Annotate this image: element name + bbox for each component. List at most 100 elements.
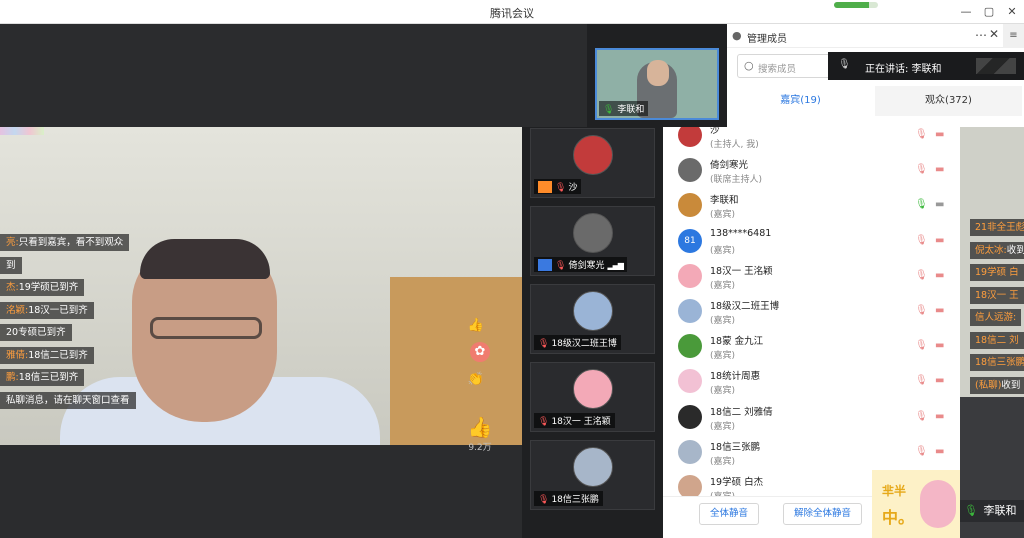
mic-muted-icon[interactable]: 🎙 [915, 305, 928, 316]
restore-icon[interactable]: ▢ [981, 4, 997, 20]
chat-sender: 杰: [6, 282, 19, 293]
side-chat-sender: 18信二 刘 [975, 334, 1019, 346]
title-bar: 腾讯会议 — ▢ ✕ [0, 0, 1024, 24]
camera-off-icon[interactable]: ▬ [935, 199, 944, 210]
camera-off-icon[interactable]: ▬ [935, 375, 944, 386]
camera-off-icon[interactable]: ▬ [935, 270, 944, 281]
member-name: 李联和 [710, 195, 739, 207]
guest-tile-label: 🎙 倚剑寒光 ▂▄▆ [534, 256, 627, 272]
member-row[interactable]: 18汉一 王洺颖 (嘉宾) 🎙 ▬ [663, 260, 960, 295]
mic-muted-icon[interactable]: 🎙 [915, 446, 928, 457]
chat-message: 洺颖:18汉一已到齐 [0, 301, 94, 319]
sticker-image: 芈半 中。 [872, 470, 960, 538]
guest-name: 18汉一 王洺颖 [551, 417, 611, 427]
panel-title: 管理成员 [747, 34, 787, 45]
side-chat-message: 19学硕 白 [970, 264, 1024, 281]
camera-off-icon[interactable]: ▬ [935, 235, 944, 246]
chat-sender: 洺颖: [6, 304, 29, 316]
member-row[interactable]: 18信三张鹏 (嘉宾) 🎙 ▬ [663, 436, 960, 471]
member-name: 18信三张鹏 [710, 441, 761, 453]
side-chat-message: 18汉一 王 [970, 286, 1024, 304]
speaker-label-name: 李联和 [983, 504, 1017, 517]
user-icon: ● [732, 29, 742, 42]
member-row[interactable]: 沙 (主持人, 我) 🎙 ▬ [663, 127, 960, 154]
video-door [390, 277, 522, 445]
avatar [678, 158, 702, 183]
avatar [573, 447, 613, 487]
mic-on-icon: 🎙 [964, 504, 978, 517]
menu-icon[interactable]: ≡ [1003, 24, 1024, 48]
network-quality-bar [834, 2, 878, 8]
mic-muted-icon[interactable]: 🎙 [915, 411, 928, 422]
camera-off-icon[interactable]: ▬ [935, 129, 944, 140]
chat-text: 18信二已到齐 [28, 349, 88, 361]
mic-muted-icon[interactable]: 🎙 [915, 340, 928, 351]
close-panel-icon[interactable]: ✕ [989, 27, 999, 41]
mic-icon: 🎙 [838, 59, 851, 70]
camera-off-icon[interactable]: ▬ [935, 340, 944, 351]
guest-video-tile[interactable]: 🎙 18级汉二班王博 [530, 284, 655, 354]
member-tabs: 嘉宾(19) 观众(372) [727, 86, 1024, 116]
member-name: 18级汉二班王博 [710, 301, 780, 312]
more-icon[interactable]: ⋯ [975, 28, 987, 42]
speaker-thumbnail[interactable]: 🎙 李联和 [587, 24, 727, 127]
host-badge-icon [538, 181, 552, 193]
clap-reaction-icon[interactable]: 👏 [466, 370, 486, 390]
avatar: 81 [678, 228, 702, 253]
guest-tile-label: 🎙 沙 [534, 178, 582, 194]
avatar [678, 127, 702, 147]
video-glasses [150, 317, 262, 339]
member-row[interactable]: 李联和 (嘉宾) 🎙 ▬ [663, 189, 960, 224]
tab-audience[interactable]: 观众(372) [875, 86, 1022, 116]
member-role: (嘉宾) [710, 210, 736, 221]
speaker-thumbnail-label: 🎙 李联和 [599, 101, 649, 116]
camera-off-icon[interactable]: ▬ [935, 411, 944, 422]
member-row[interactable]: 18蒙 金九江 (嘉宾) 🎙 ▬ [663, 330, 960, 365]
unmute-all-button[interactable]: 解除全体静音 [783, 503, 863, 525]
chat-text: 19学硕已到齐 [18, 282, 79, 293]
member-name: 18汉一 王洺颖 [710, 265, 773, 277]
guest-video-tile[interactable]: 🎙 18汉一 王洺颖 [530, 362, 655, 432]
mic-muted-icon[interactable]: 🎙 [915, 164, 928, 175]
like-reaction-icon[interactable]: 👍 [466, 316, 486, 336]
tab-guests[interactable]: 嘉宾(19) [727, 86, 874, 116]
camera-off-icon[interactable]: ▬ [935, 305, 944, 316]
guest-video-tile[interactable]: 🎙 沙 [530, 128, 655, 198]
sticker-text-top: 芈半 [882, 484, 907, 498]
camera-off-icon[interactable]: ▬ [935, 446, 944, 457]
guest-tile-label: 🎙 18信三张鹏 [534, 491, 603, 506]
flower-reaction-icon[interactable]: ✿ [470, 342, 490, 362]
mic-muted-icon[interactable]: 🎙 [915, 129, 928, 140]
mute-all-button[interactable]: 全体静音 [699, 503, 760, 525]
like-counter[interactable]: 👍 9.2万 [464, 415, 496, 453]
member-row[interactable]: 18级汉二班王博 (嘉宾) 🎙 ▬ [663, 295, 960, 330]
avatar [678, 369, 702, 394]
chat-text: 只看到嘉宾，看不到观众 [18, 237, 124, 248]
mic-muted-icon[interactable]: 🎙 [915, 270, 928, 281]
guest-name: 18级汉二班王博 [551, 339, 617, 349]
side-chat-sender: 倪太冰: [975, 244, 1007, 256]
speaker-thumbnail-video: 🎙 李联和 [595, 48, 719, 120]
avatar [573, 135, 613, 175]
member-row[interactable]: 18统计周惠 (嘉宾) 🎙 ▬ [663, 365, 960, 400]
guest-video-tile[interactable]: 🎙 倚剑寒光 ▂▄▆ [530, 206, 655, 276]
minimize-icon[interactable]: — [958, 4, 974, 20]
mic-muted-icon: 🎙 [555, 182, 567, 193]
member-name: 18信二 刘雅倩 [710, 406, 773, 418]
mic-muted-icon[interactable]: 🎙 [915, 235, 928, 246]
member-role: (嘉宾) [710, 280, 736, 291]
member-row[interactable]: 81 138****6481 (嘉宾) 🎙 ▬ [663, 225, 960, 260]
chat-text: 20专硕已到齐 [6, 327, 66, 338]
guest-name: 倚剑寒光 [568, 260, 605, 271]
member-name: 沙 [710, 127, 720, 136]
chat-message: 雅倩:18信二已到齐 [0, 346, 94, 364]
guest-video-tile[interactable]: 🎙 18信三张鹏 [530, 440, 655, 510]
side-chat-message: 18信二 刘 [970, 331, 1024, 349]
mic-muted-icon[interactable]: 🎙 [915, 375, 928, 386]
thumbs-up-icon[interactable]: 👍 [464, 415, 496, 439]
mic-on-icon[interactable]: 🎙 [915, 199, 928, 210]
camera-off-icon[interactable]: ▬ [935, 164, 944, 175]
close-window-icon[interactable]: ✕ [1004, 4, 1020, 20]
member-row[interactable]: 18信二 刘雅倩 (嘉宾) 🎙 ▬ [663, 401, 960, 436]
member-row[interactable]: 倚剑寒光 (联席主持人) 🎙 ▬ [663, 154, 960, 189]
